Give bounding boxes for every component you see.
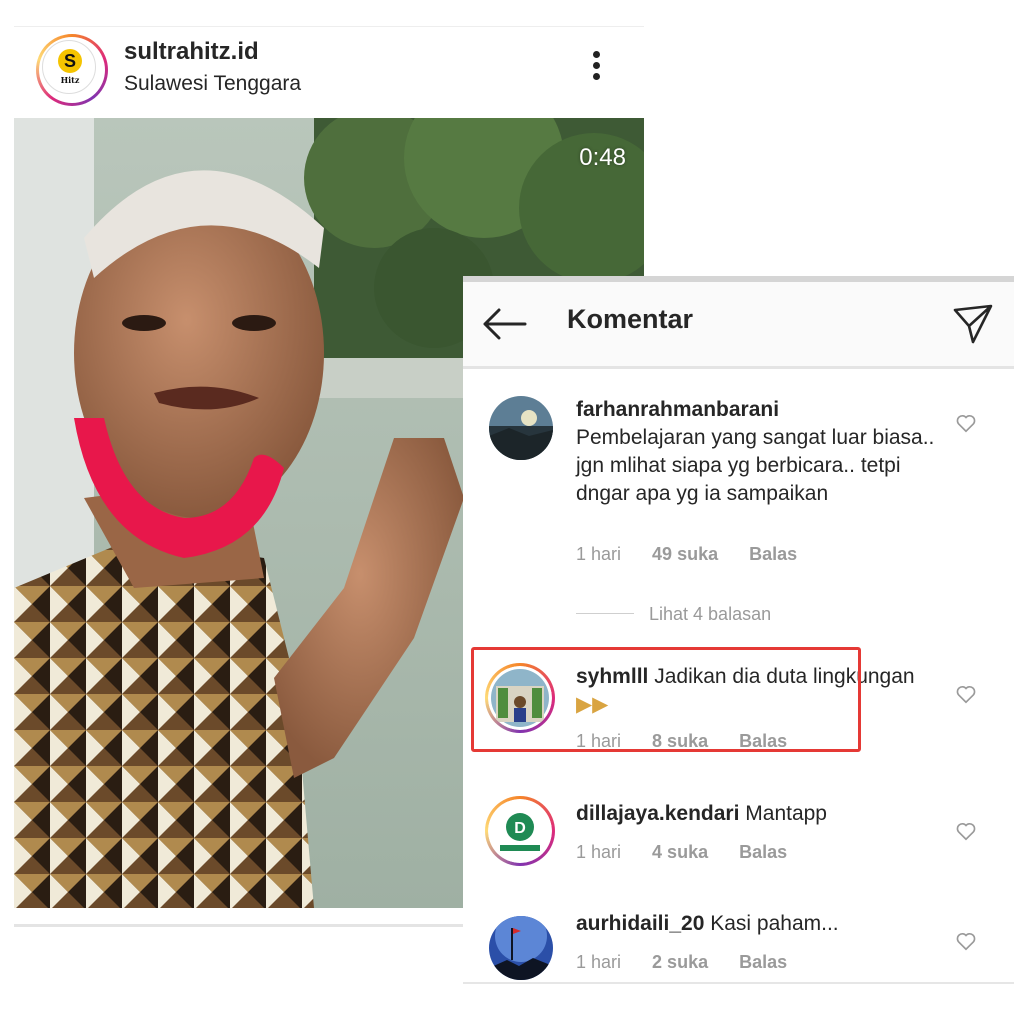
post-location[interactable]: Sulawesi Tenggara <box>124 72 301 96</box>
comment-text: dillajaya.kendari Mantapp <box>576 800 936 828</box>
comments-header: Komentar <box>463 282 1014 369</box>
comment-body: Mantapp <box>745 802 827 825</box>
comment-likes[interactable]: 4 suka <box>652 842 708 862</box>
paper-plane-icon[interactable] <box>951 302 995 346</box>
highlight-box <box>471 647 861 752</box>
post-header: S Hitz sultrahitz.id Sulawesi Tenggara <box>14 26 644 118</box>
comment-meta: 1 hari 49 suka Balas <box>576 544 823 565</box>
comment-text: aurhidaili_20 Kasi paham... <box>576 910 936 938</box>
post-username[interactable]: sultrahitz.id <box>124 38 259 66</box>
divider <box>463 982 1014 984</box>
panel-title: Komentar <box>567 304 694 334</box>
comment-body: Kasi paham... <box>710 912 839 935</box>
divider <box>14 26 644 27</box>
comment-meta: 1 hari 2 suka Balas <box>576 952 813 973</box>
heart-outline-icon[interactable] <box>955 930 977 952</box>
divider <box>576 613 634 614</box>
heart-outline-icon[interactable] <box>955 820 977 842</box>
comment-username[interactable]: aurhidaili_20 <box>576 912 704 935</box>
comment-username[interactable]: farhanrahmanbarani <box>576 398 779 421</box>
divider <box>14 924 464 927</box>
comment-time: 1 hari <box>576 544 622 564</box>
reply-button[interactable]: Balas <box>749 544 797 564</box>
view-replies-link[interactable]: Lihat 4 balasan <box>649 604 771 625</box>
comment-time: 1 hari <box>576 952 622 972</box>
svg-text:D: D <box>514 820 526 837</box>
heart-outline-icon[interactable] <box>955 683 977 705</box>
comment-meta: 1 hari 4 suka Balas <box>576 842 813 863</box>
sultrahitz-logo: S Hitz <box>42 40 96 94</box>
comment-likes[interactable]: 49 suka <box>652 544 718 564</box>
comment-text: farhanrahmanbarani Pembelajaran yang san… <box>576 396 936 508</box>
kebab-menu-icon[interactable] <box>586 48 606 88</box>
logo-text: Hitz <box>60 75 80 85</box>
avatar[interactable]: D <box>485 796 555 866</box>
comment-username[interactable]: dillajaya.kendari <box>576 802 739 825</box>
comment-likes[interactable]: 2 suka <box>652 952 708 972</box>
avatar[interactable] <box>489 916 553 980</box>
video-timer: 0:48 <box>579 144 626 171</box>
comments-panel: Komentar farhanrahmanbarani Pembelajaran… <box>463 276 1014 996</box>
avatar[interactable] <box>489 396 553 460</box>
logo-s-icon: S <box>58 49 82 73</box>
comment-time: 1 hari <box>576 842 622 862</box>
post-avatar[interactable]: S Hitz <box>36 34 108 106</box>
reply-button[interactable]: Balas <box>739 952 787 972</box>
heart-outline-icon[interactable] <box>955 412 977 434</box>
comment-body: Pembelajaran yang sangat luar biasa.. jg… <box>576 426 935 505</box>
reply-button[interactable]: Balas <box>739 842 787 862</box>
arrow-left-icon[interactable] <box>481 306 527 342</box>
